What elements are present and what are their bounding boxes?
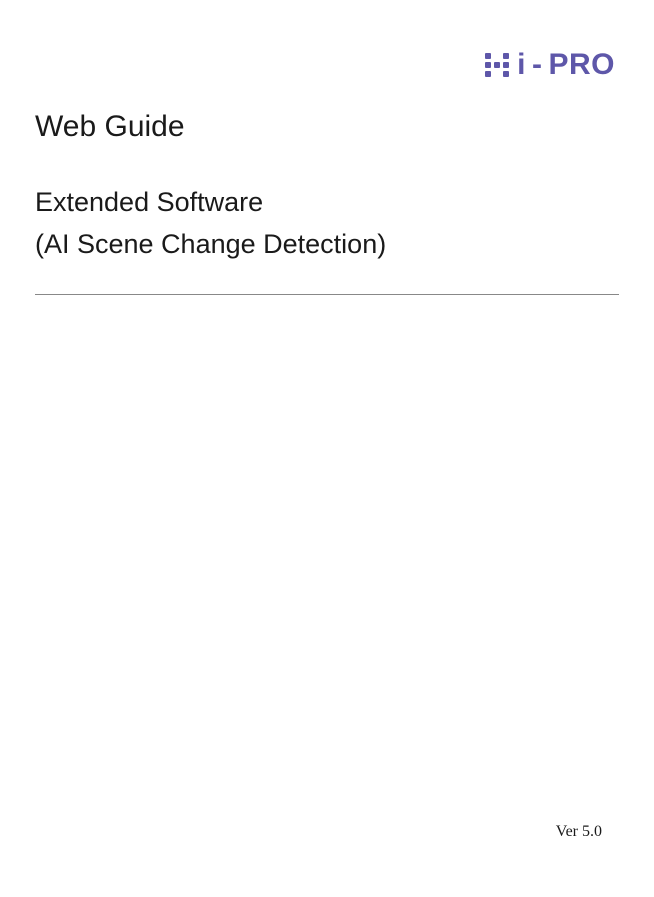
brand-logo: i - PRO: [485, 50, 615, 80]
page-title: Web Guide: [35, 110, 619, 144]
title-divider: [35, 294, 619, 295]
logo-dash: -: [532, 50, 543, 80]
logo-dots-icon: [485, 53, 509, 77]
logo-text-pro: PRO: [548, 50, 615, 80]
version-label: Ver 5.0: [556, 823, 602, 841]
subtitle-line-1: Extended Software: [35, 182, 619, 224]
brand-logo-container: i - PRO: [35, 50, 619, 80]
logo-letter-i: i: [517, 50, 526, 80]
page-subtitle: Extended Software (AI Scene Change Detec…: [35, 182, 619, 266]
subtitle-line-2: (AI Scene Change Detection): [35, 224, 619, 266]
